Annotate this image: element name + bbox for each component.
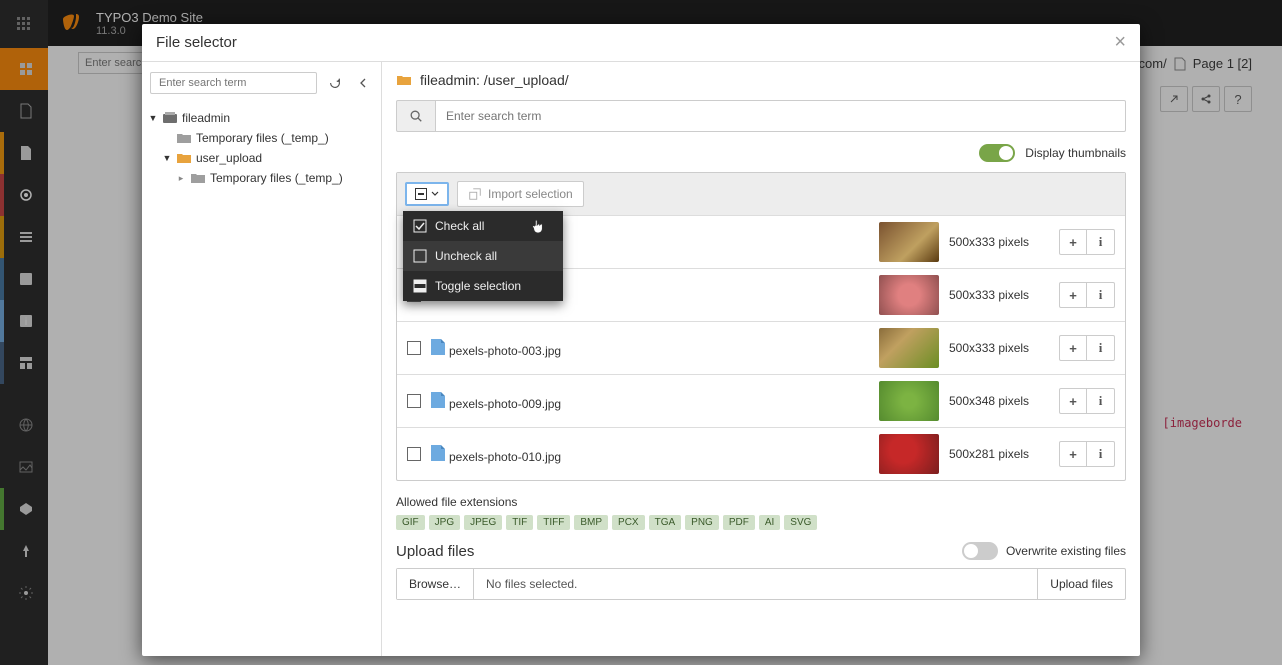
import-icon	[468, 187, 482, 201]
chevron-down-icon	[431, 190, 439, 198]
search-icon	[409, 109, 423, 123]
import-label: Import selection	[488, 187, 573, 201]
thumbnails-label: Display thumbnails	[1025, 146, 1126, 160]
tree-item-label: Temporary files (_temp_)	[210, 171, 343, 185]
ext-tag: BMP	[574, 515, 608, 530]
add-button[interactable]: +	[1059, 282, 1087, 308]
image-file-icon	[431, 392, 445, 408]
ext-tag: PDF	[723, 515, 755, 530]
ext-tag: TIFF	[537, 515, 570, 530]
ext-tag: JPEG	[464, 515, 502, 530]
toggle-selection-item[interactable]: Toggle selection	[403, 271, 563, 301]
file-search-input[interactable]	[436, 100, 1126, 132]
upload-title: Upload files	[396, 543, 474, 560]
info-button[interactable]: i	[1087, 335, 1115, 361]
file-dimensions: 500x333 pixels	[949, 341, 1049, 355]
ext-tag: TIF	[506, 515, 533, 530]
image-file-icon	[431, 339, 445, 355]
ext-tag: TGA	[649, 515, 682, 530]
breadcrumb: fileadmin: /user_upload/	[396, 72, 1126, 88]
tree-root-label: fileadmin	[182, 111, 230, 125]
file-row[interactable]: pexels-photo-003.jpg 500x333 pixels + i	[397, 321, 1125, 374]
add-button[interactable]: +	[1059, 388, 1087, 414]
file-dimensions: 500x333 pixels	[949, 288, 1049, 302]
upload-button[interactable]: Upload files	[1037, 569, 1125, 599]
checkbox-empty-icon	[413, 249, 427, 263]
file-name: pexels-photo-003.jpg	[431, 339, 869, 358]
import-selection-button[interactable]: Import selection	[457, 181, 584, 207]
file-dimensions: 500x333 pixels	[949, 235, 1049, 249]
overwrite-toggle[interactable]	[962, 542, 998, 560]
add-button[interactable]: +	[1059, 441, 1087, 467]
ext-tag: GIF	[396, 515, 425, 530]
file-list-box: Import selection Check all Uncheck all	[396, 172, 1126, 481]
info-button[interactable]: i	[1087, 388, 1115, 414]
uncheck-all-label: Uncheck all	[435, 249, 497, 263]
selection-dropdown-button[interactable]	[405, 182, 449, 206]
toggle-selection-icon	[413, 279, 427, 293]
indeterminate-icon	[415, 188, 427, 200]
file-dimensions: 500x281 pixels	[949, 447, 1049, 461]
file-name: pexels-photo-010.jpg	[431, 445, 869, 464]
file-row[interactable]: pexels-photo-010.jpg 500x281 pixels + i	[397, 427, 1125, 480]
modal-title: File selector	[156, 34, 237, 51]
file-row[interactable]: pexels-photo-009.jpg 500x348 pixels + i	[397, 374, 1125, 427]
file-thumbnail	[879, 222, 939, 262]
file-thumbnail	[879, 328, 939, 368]
folder-tree: ▼ fileadmin Temporary files (_temp_) ▼ u…	[142, 104, 381, 656]
no-files-label: No files selected.	[474, 569, 1037, 599]
uncheck-all-item[interactable]: Uncheck all	[403, 241, 563, 271]
search-button[interactable]	[396, 100, 436, 132]
image-file-icon	[431, 445, 445, 461]
extension-tags: GIF JPG JPEG TIF TIFF BMP PCX TGA PNG PD…	[396, 515, 1126, 530]
add-button[interactable]: +	[1059, 335, 1087, 361]
browse-button[interactable]: Browse…	[397, 569, 474, 599]
refresh-icon[interactable]	[325, 73, 345, 93]
thumbnails-toggle[interactable]	[979, 144, 1015, 162]
ext-tag: JPG	[429, 515, 460, 530]
file-checkbox[interactable]	[407, 341, 421, 355]
file-thumbnail	[879, 434, 939, 474]
ext-tag: PCX	[612, 515, 645, 530]
tree-item-user-upload[interactable]: ▼ user_upload	[148, 148, 375, 168]
file-list-pane: fileadmin: /user_upload/ Display thumbna…	[382, 62, 1140, 656]
allowed-extensions-label: Allowed file extensions	[396, 495, 1126, 509]
file-checkbox[interactable]	[407, 447, 421, 461]
modal-header: File selector ×	[142, 24, 1140, 62]
ext-tag: PNG	[685, 515, 719, 530]
check-all-label: Check all	[435, 219, 484, 233]
toggle-selection-label: Toggle selection	[435, 279, 521, 293]
modal-overlay: File selector × ▼ fileadmin	[0, 0, 1282, 665]
folder-icon	[396, 73, 412, 87]
upload-row: Browse… No files selected. Upload files	[396, 568, 1126, 600]
tree-item[interactable]: ▸ Temporary files (_temp_)	[148, 168, 375, 188]
file-thumbnail	[879, 275, 939, 315]
info-button[interactable]: i	[1087, 229, 1115, 255]
check-all-item[interactable]: Check all	[403, 211, 563, 241]
tree-item[interactable]: Temporary files (_temp_)	[148, 128, 375, 148]
tree-item-label: Temporary files (_temp_)	[196, 131, 329, 145]
overwrite-label: Overwrite existing files	[1006, 544, 1126, 558]
folder-tree-pane: ▼ fileadmin Temporary files (_temp_) ▼ u…	[142, 62, 382, 656]
tree-item-label: user_upload	[196, 151, 262, 165]
ext-tag: AI	[759, 515, 780, 530]
file-thumbnail	[879, 381, 939, 421]
collapse-icon[interactable]	[353, 73, 373, 93]
ext-tag: SVG	[784, 515, 817, 530]
add-button[interactable]: +	[1059, 229, 1087, 255]
close-icon[interactable]: ×	[1114, 31, 1126, 54]
selection-dropdown-menu: Check all Uncheck all Toggle selection	[403, 211, 563, 301]
tree-root[interactable]: ▼ fileadmin	[148, 108, 375, 128]
file-dimensions: 500x348 pixels	[949, 394, 1049, 408]
file-name: pexels-photo-009.jpg	[431, 392, 869, 411]
file-selector-modal: File selector × ▼ fileadmin	[142, 24, 1140, 656]
checkbox-checked-icon	[413, 219, 427, 233]
tree-search-input[interactable]	[150, 72, 317, 94]
info-button[interactable]: i	[1087, 441, 1115, 467]
path-label: fileadmin: /user_upload/	[420, 72, 569, 88]
file-checkbox[interactable]	[407, 394, 421, 408]
file-toolbar: Import selection Check all Uncheck all	[397, 173, 1125, 215]
info-button[interactable]: i	[1087, 282, 1115, 308]
